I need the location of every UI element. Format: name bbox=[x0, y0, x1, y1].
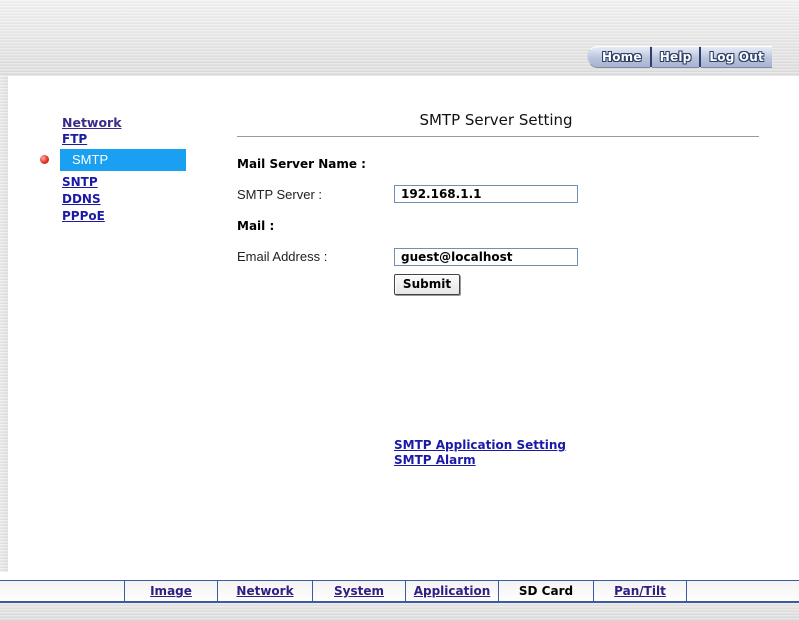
sidebar-item-label: SMTP bbox=[72, 152, 109, 167]
mail-server-section-label: Mail Server Name : bbox=[237, 157, 366, 171]
logout-button[interactable]: Log Out bbox=[701, 46, 772, 68]
bottom-tab-image[interactable]: Image bbox=[124, 581, 217, 601]
sidebar-item-network[interactable]: Network bbox=[62, 114, 192, 131]
bottom-tab-network[interactable]: Network bbox=[217, 581, 312, 601]
email-address-label: Email Address : bbox=[237, 249, 328, 264]
smtp-alarm-link[interactable]: SMTP Alarm bbox=[394, 453, 476, 467]
smtp-server-label: SMTP Server : bbox=[237, 187, 323, 202]
bottom-navigation: Image Network System Application SD Card… bbox=[0, 580, 799, 603]
sidebar-item-sntp[interactable]: SNTP bbox=[62, 174, 192, 191]
bottom-tab-sd-card[interactable]: SD Card bbox=[498, 581, 593, 601]
bottom-decorative-strip bbox=[0, 603, 799, 621]
title-divider bbox=[237, 136, 759, 137]
smtp-application-setting-link[interactable]: SMTP Application Setting bbox=[394, 438, 566, 452]
email-address-input[interactable] bbox=[394, 248, 578, 266]
sidebar-item-pppoe[interactable]: PPPoE bbox=[62, 208, 192, 225]
help-button[interactable]: Help bbox=[651, 46, 700, 68]
bottom-tab-system[interactable]: System bbox=[312, 581, 405, 601]
bottom-nav-end-divider bbox=[686, 581, 687, 601]
bottom-tab-pan-tilt[interactable]: Pan/Tilt bbox=[593, 581, 686, 601]
sidebar-item-ftp[interactable]: FTP bbox=[62, 131, 192, 148]
smtp-server-input[interactable] bbox=[394, 185, 578, 203]
bottom-tab-application[interactable]: Application bbox=[405, 581, 498, 601]
sidebar-item-ddns[interactable]: DDNS bbox=[62, 191, 192, 208]
mail-section-label: Mail : bbox=[237, 219, 275, 233]
top-navigation: Home Help Log Out bbox=[587, 46, 772, 68]
submit-button[interactable]: Submit bbox=[394, 274, 460, 295]
sidebar: Network FTP SMTP SNTP DDNS PPPoE bbox=[40, 114, 192, 225]
home-button[interactable]: Home bbox=[587, 46, 650, 68]
left-decorative-strip bbox=[0, 76, 8, 572]
page-title: SMTP Server Setting bbox=[419, 111, 573, 129]
sidebar-item-smtp[interactable]: SMTP bbox=[40, 149, 186, 171]
active-bullet-icon bbox=[40, 155, 49, 164]
